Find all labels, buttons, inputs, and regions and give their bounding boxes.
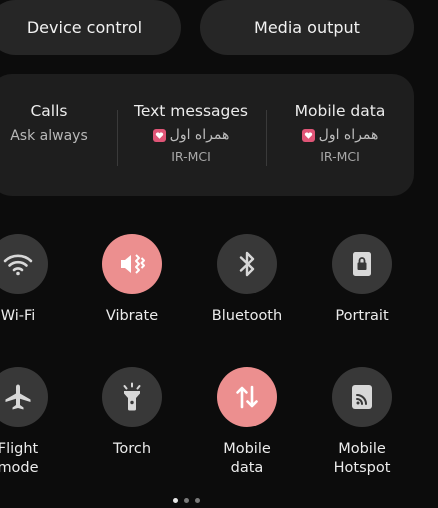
portrait-lock-icon — [353, 252, 371, 276]
wifi-label: Wi-Fi — [0, 308, 36, 324]
device-control-button[interactable]: Device control — [0, 0, 181, 55]
wifi-icon — [3, 254, 33, 276]
flight-mode-label: Flight mode — [0, 440, 39, 478]
bluetooth-label: Bluetooth — [211, 308, 283, 324]
torch-tile[interactable]: Torch — [82, 367, 182, 459]
mobile-data-carrier-name: همراه اول — [318, 127, 379, 143]
torch-label: Torch — [112, 441, 152, 457]
device-control-label: Device control — [26, 18, 143, 37]
text-messages-carrier: همراه اول — [152, 127, 230, 143]
page-dot[interactable] — [195, 498, 200, 503]
mobile-data-sim-setting[interactable]: Mobile data همراه اول IR-MCI — [270, 74, 410, 196]
page-dot[interactable] — [184, 498, 189, 503]
wifi-tile[interactable]: Wi-Fi — [0, 234, 68, 326]
portrait-toggle[interactable] — [332, 234, 392, 294]
flight-mode-label-line2: mode — [0, 460, 39, 476]
mobile-data-toggle[interactable] — [217, 367, 277, 427]
divider — [266, 110, 267, 166]
vibrate-label: Vibrate — [105, 308, 159, 324]
flight-mode-tile[interactable]: Flight mode — [0, 367, 68, 478]
media-output-button[interactable]: Media output — [200, 0, 414, 55]
vibrate-toggle[interactable] — [102, 234, 162, 294]
airplane-icon — [5, 384, 31, 410]
mobile-data-carrier: همراه اول — [301, 127, 379, 143]
text-messages-carrier-name: همراه اول — [169, 127, 230, 143]
flight-mode-toggle[interactable] — [0, 367, 48, 427]
text-messages-title: Text messages — [133, 102, 248, 120]
divider — [117, 110, 118, 166]
mobile-data-tile[interactable]: Mobile data — [197, 367, 297, 478]
calls-sim-setting[interactable]: Calls Ask always — [0, 74, 108, 196]
portrait-tile[interactable]: Portrait — [312, 234, 412, 326]
calls-title: Calls — [30, 102, 68, 120]
portrait-label: Portrait — [335, 308, 389, 324]
mobile-hotspot-label-line1: Mobile — [338, 441, 386, 457]
mobile-data-title: Mobile data — [294, 102, 386, 120]
text-messages-sim-name: IR-MCI — [171, 149, 211, 164]
mobile-hotspot-toggle[interactable] — [332, 367, 392, 427]
flashlight-icon — [123, 382, 141, 411]
heart-icon — [301, 128, 315, 142]
vibrate-tile[interactable]: Vibrate — [82, 234, 182, 326]
flight-mode-label-line1: Flight — [0, 441, 39, 457]
data-transfer-icon — [236, 385, 258, 409]
bluetooth-toggle[interactable] — [217, 234, 277, 294]
media-output-label: Media output — [254, 18, 360, 37]
calls-value: Ask always — [10, 128, 88, 144]
mobile-data-sim-name: IR-MCI — [320, 149, 360, 164]
text-messages-sim-setting[interactable]: Text messages همراه اول IR-MCI — [121, 74, 261, 196]
heart-icon — [152, 128, 166, 142]
mobile-data-label-line1: Mobile — [223, 441, 271, 457]
bluetooth-icon — [239, 251, 255, 277]
mobile-hotspot-label: Mobile Hotspot — [334, 440, 391, 478]
hotspot-icon — [352, 385, 372, 409]
mobile-data-label: Mobile data — [223, 440, 271, 478]
page-dot-active[interactable] — [173, 498, 178, 503]
page-indicator — [173, 498, 200, 503]
mobile-hotspot-label-line2: Hotspot — [333, 460, 391, 476]
sim-manager-panel: Calls Ask always Text messages همراه اول… — [0, 74, 414, 196]
vibrate-icon — [121, 254, 145, 274]
mobile-hotspot-tile[interactable]: Mobile Hotspot — [312, 367, 412, 478]
torch-toggle[interactable] — [102, 367, 162, 427]
mobile-data-label-line2: data — [230, 460, 264, 476]
wifi-toggle[interactable] — [0, 234, 48, 294]
bluetooth-tile[interactable]: Bluetooth — [197, 234, 297, 326]
